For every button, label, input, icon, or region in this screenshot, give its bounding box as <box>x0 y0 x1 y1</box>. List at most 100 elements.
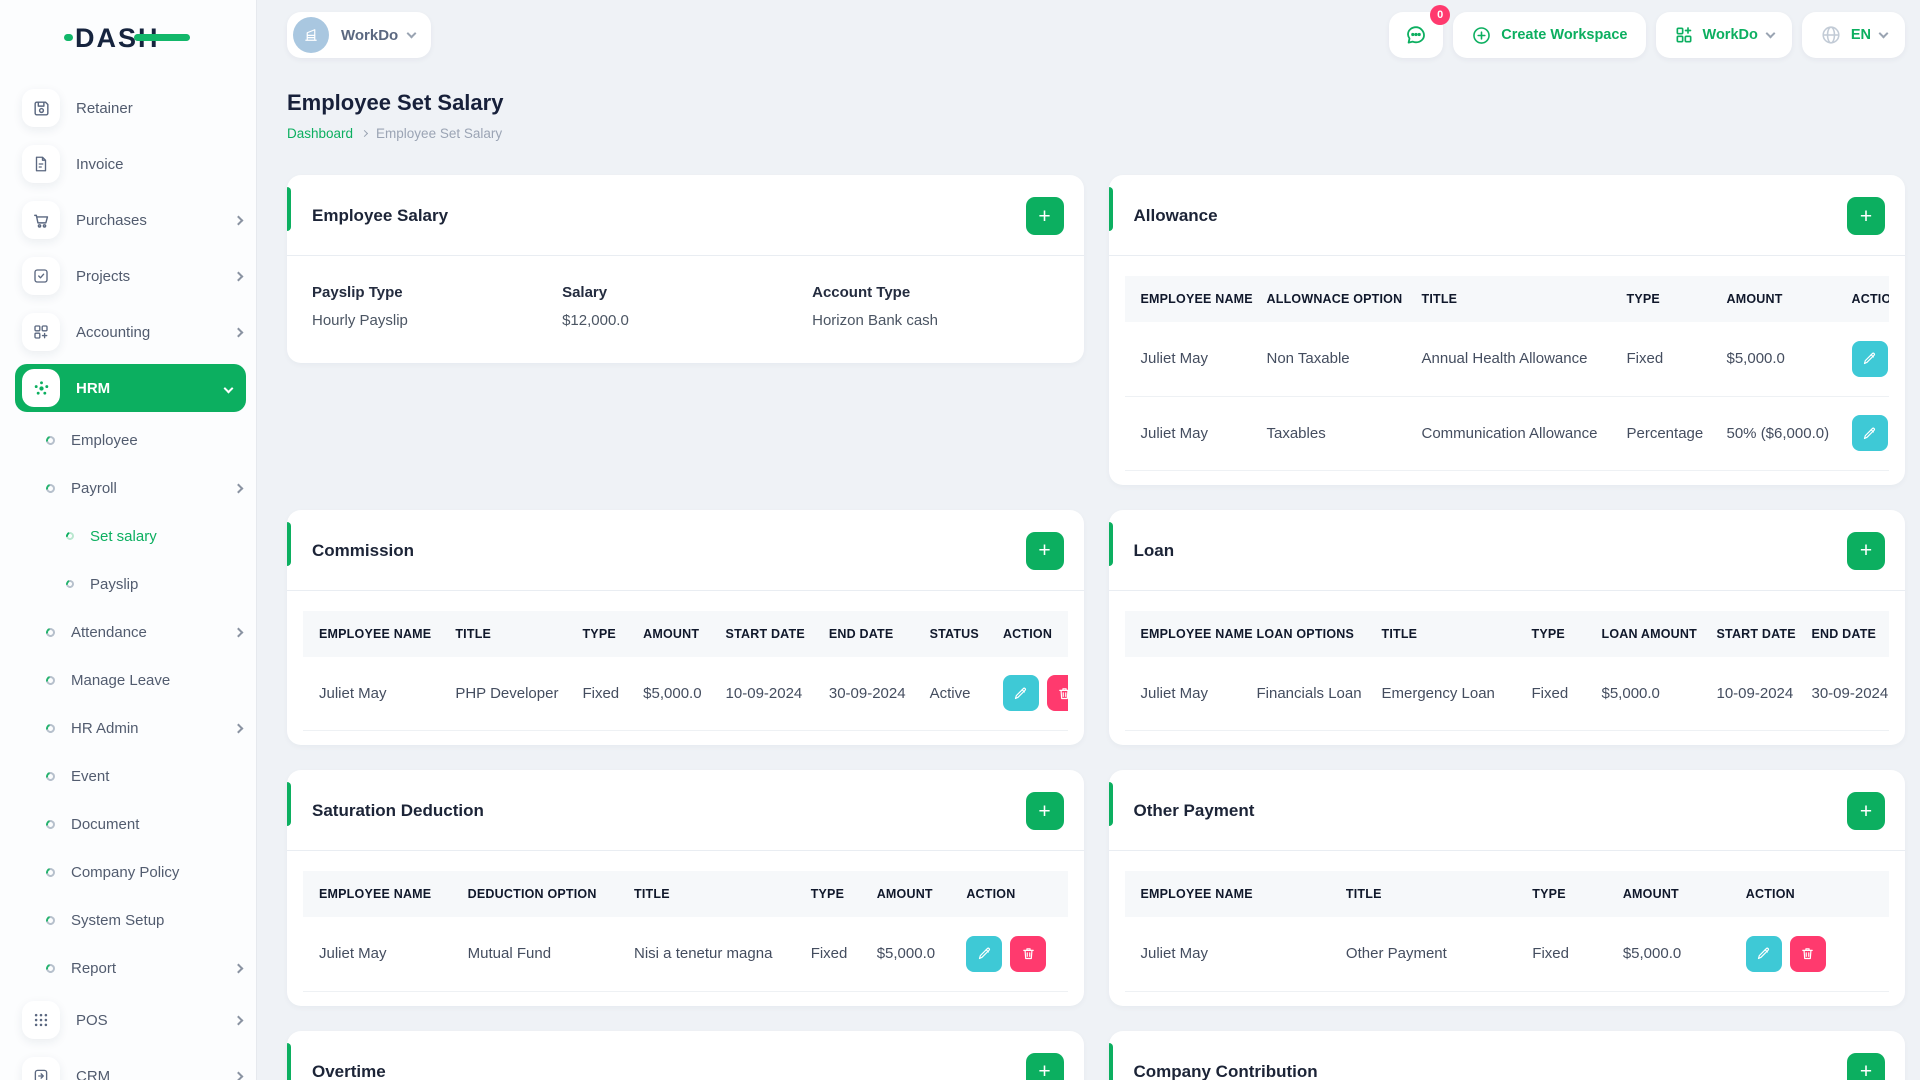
card-title: Allowance <box>1133 206 1218 225</box>
bullet-icon <box>64 578 76 590</box>
sidebar-item-accounting[interactable]: Accounting <box>22 313 244 351</box>
sidebar-item-hr-admin[interactable]: HR Admin <box>22 714 244 742</box>
add-other-payment-button[interactable]: + <box>1847 792 1885 830</box>
edit-button[interactable] <box>1745 935 1782 972</box>
sidebar-item-employee[interactable]: Employee <box>22 426 242 454</box>
chat-icon <box>1407 26 1426 44</box>
cart-icon <box>22 201 60 239</box>
sidebar-item-document[interactable]: Document <box>22 810 242 838</box>
delete-button[interactable] <box>1789 935 1826 972</box>
chevron-right-icon <box>233 1071 244 1080</box>
language-selector[interactable]: EN <box>1801 12 1905 58</box>
sidebar-item-crm[interactable]: CRM <box>22 1057 244 1080</box>
table-header-row: EMPLOYEE NAME DEDUCTION OPTION TITLE TYP… <box>303 871 1068 917</box>
sidebar-item-report[interactable]: Report <box>22 954 244 982</box>
table-row: Juliet May PHP Developer Fixed $5,000.0 … <box>303 656 1068 731</box>
add-commission-button[interactable]: + <box>1025 531 1064 570</box>
card-title: Overtime <box>312 1061 386 1080</box>
sidebar-item-payslip[interactable]: Payslip <box>22 570 242 598</box>
sidebar-item-set-salary[interactable]: Set salary <box>22 522 242 550</box>
chevron-right-icon <box>361 129 369 137</box>
edit-button[interactable] <box>1851 415 1888 451</box>
pos-icon <box>22 1001 60 1039</box>
table-header-row: EMPLOYEE NAME TITLE TYPE AMOUNT START DA… <box>303 610 1068 657</box>
account-type-field: Account Type Horizon Bank cash <box>812 284 939 329</box>
chevron-right-icon <box>233 1015 244 1025</box>
add-loan-button[interactable]: + <box>1847 531 1885 570</box>
delete-button[interactable] <box>1010 935 1047 972</box>
card-title: Company Contribution <box>1133 1061 1318 1080</box>
add-saturation-deduction-button[interactable]: + <box>1025 792 1064 830</box>
bullet-icon <box>44 673 57 687</box>
table-row: Juliet May Taxables Communication Allowa… <box>1124 396 1889 471</box>
sidebar-item-payroll[interactable]: Payroll <box>22 474 244 502</box>
allowance-table: EMPLOYEE NAME ALLOWNACE OPTION TITLE TYP… <box>1124 276 1889 471</box>
hrm-icon <box>22 369 60 407</box>
table-header-row: EMPLOYEE NAME LOAN OPTIONS TITLE TYPE LO… <box>1124 610 1889 657</box>
sidebar-item-purchases[interactable]: Purchases <box>22 201 244 239</box>
bullet-icon <box>64 530 76 542</box>
breadcrumb-current: Employee Set Salary <box>376 126 503 141</box>
chevron-right-icon <box>233 963 244 973</box>
chevron-right-icon <box>233 215 244 225</box>
allowance-card: Allowance + EMPLOYEE NAME ALLOWNACE OPTI… <box>1108 175 1905 485</box>
sidebar-item-manage-leave[interactable]: Manage Leave <box>22 666 242 694</box>
delete-button[interactable] <box>1046 675 1068 712</box>
sidebar-item-system-setup[interactable]: System Setup <box>22 906 242 934</box>
bullet-icon <box>44 481 57 495</box>
add-company-contribution-button[interactable]: + <box>1847 1052 1885 1080</box>
breadcrumb-dashboard-link[interactable]: Dashboard <box>287 126 353 141</box>
sidebar-item-pos[interactable]: POS <box>22 1001 244 1039</box>
grid-plus-icon <box>22 313 60 351</box>
retainer-icon <box>22 89 60 127</box>
crm-icon <box>22 1057 60 1080</box>
bullet-icon <box>44 865 57 879</box>
saturation-deduction-table: EMPLOYEE NAME DEDUCTION OPTION TITLE TYP… <box>303 871 1068 992</box>
employee-salary-card: Employee Salary + Payslip Type Hourly Pa… <box>287 175 1084 363</box>
card-title: Commission <box>312 540 415 560</box>
payslip-type-field: Payslip Type Hourly Payslip <box>312 284 408 329</box>
chevron-right-icon <box>233 271 244 281</box>
sidebar-item-projects[interactable]: Projects <box>22 257 244 295</box>
commission-card: Commission + EMPLOYEE NAME TITLE TYPE AM… <box>287 509 1084 745</box>
sidebar: DASH Retainer Invoice Purchases Projects… <box>0 0 256 1080</box>
bullet-icon <box>44 961 57 975</box>
table-header-row: EMPLOYEE NAME TITLE TYPE AMOUNT ACTION <box>1124 871 1889 917</box>
messages-button[interactable]: 0 <box>1389 5 1451 58</box>
add-employee-salary-button[interactable]: + <box>1025 197 1064 235</box>
sidebar-item-attendance[interactable]: Attendance <box>22 618 244 646</box>
plus-circle-icon <box>1473 26 1491 44</box>
edit-button[interactable] <box>1851 340 1888 377</box>
sidebar-item-invoice[interactable]: Invoice <box>22 145 242 183</box>
other-payment-card: Other Payment + EMPLOYEE NAME TITLE TYPE… <box>1108 770 1905 1006</box>
card-title: Loan <box>1133 540 1175 560</box>
card-title: Other Payment <box>1133 801 1255 820</box>
sidebar-item-company-policy[interactable]: Company Policy <box>22 858 242 886</box>
sidebar-item-event[interactable]: Event <box>22 762 242 790</box>
chevron-down-icon <box>1878 28 1889 39</box>
topbar-actions: 0 Create Workspace WorkDo EN <box>1389 5 1905 58</box>
edit-button[interactable] <box>966 935 1003 972</box>
chevron-right-icon <box>233 327 244 337</box>
table-row: Juliet May Mutual Fund Nisi a tenetur ma… <box>303 917 1068 992</box>
sidebar-item-hrm[interactable]: HRM <box>15 364 246 412</box>
app-switcher-button[interactable]: WorkDo <box>1655 12 1792 58</box>
saturation-deduction-card: Saturation Deduction + EMPLOYEE NAME DED… <box>287 770 1084 1006</box>
add-overtime-button[interactable]: + <box>1025 1052 1064 1080</box>
sidebar-item-retainer[interactable]: Retainer <box>22 89 242 127</box>
create-workspace-button[interactable]: Create Workspace <box>1453 12 1646 58</box>
chevron-right-icon <box>233 483 244 493</box>
invoice-icon <box>22 145 60 183</box>
main-content: WorkDo 0 Create Workspace WorkDo EN Empl… <box>256 0 1920 1080</box>
sidebar-nav: Retainer Invoice Purchases Projects Acco… <box>0 64 256 1080</box>
salary-field: Salary $12,000.0 <box>562 284 629 329</box>
workspace-selector[interactable]: WorkDo <box>287 12 432 58</box>
other-payment-table: EMPLOYEE NAME TITLE TYPE AMOUNT ACTION J… <box>1124 871 1889 992</box>
bullet-icon <box>44 769 57 783</box>
commission-table: EMPLOYEE NAME TITLE TYPE AMOUNT START DA… <box>303 610 1068 731</box>
dash-logo[interactable]: DASH <box>0 0 256 64</box>
bullet-icon <box>44 433 57 447</box>
add-allowance-button[interactable]: + <box>1847 197 1885 235</box>
edit-button[interactable] <box>1002 675 1039 712</box>
chevron-down-icon <box>406 28 417 39</box>
